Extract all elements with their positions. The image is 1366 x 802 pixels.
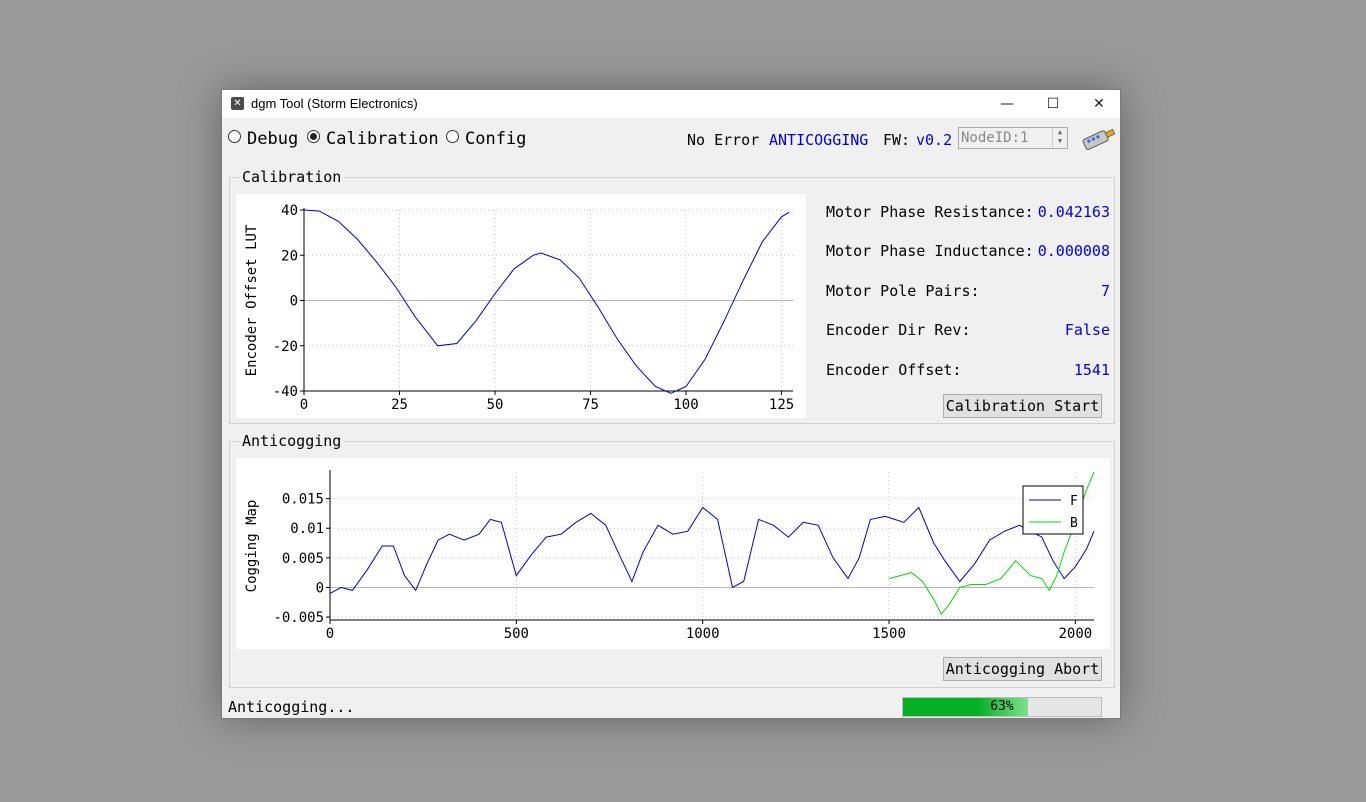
legend-label-B: B — [1070, 516, 1078, 531]
param-resistance: Motor Phase Resistance: 0.042163 — [826, 203, 1110, 221]
series-F-line — [329, 506, 1095, 594]
nodeid-value: NodeID:1 — [961, 130, 1029, 146]
x-tick-label: 1000 — [686, 626, 720, 642]
cogging-map-plot: 0 500 1000 1500 2000 0.015 0.01 0.005 0 -0.005 Cog… — [236, 458, 1110, 649]
radio-on-icon — [307, 130, 320, 143]
param-inductance: Motor Phase Inductance: 0.000008 — [826, 242, 1110, 260]
param-pole-pairs-value: 7 — [1100, 282, 1110, 300]
x-tick-label: 1500 — [872, 626, 906, 642]
y-tick-label: -20 — [273, 339, 298, 355]
radio-off-icon — [446, 130, 459, 143]
status-text: Anticogging... — [228, 698, 355, 716]
y-axis-label: Encoder Offset LUT — [244, 224, 260, 376]
param-inductance-value: 0.000008 — [1037, 242, 1110, 260]
y-tick-label: 0.015 — [282, 492, 324, 508]
y-tick-label: 20 — [281, 248, 298, 264]
window-title: dgm Tool (Storm Electronics) — [251, 96, 418, 111]
cogging-map-chart: 0 500 1000 1500 20000.0150.010.0050-0.005Cog… — [244, 470, 1095, 642]
y-tick-label: 0.01 — [290, 521, 324, 537]
spin-arrows-icon[interactable]: ▲ ▼ — [1052, 128, 1067, 148]
legend-label-F: F — [1070, 494, 1078, 509]
fw-label: FW: — [883, 131, 911, 149]
progress-text: 63% — [990, 699, 1014, 714]
param-pole-pairs-label: Motor Pole Pairs: — [826, 282, 980, 300]
nodeid-spinbox[interactable]: NodeID:1 ▲ ▼ — [958, 127, 1068, 149]
x-tick-label: 75 — [582, 397, 599, 413]
param-resistance-label: Motor Phase Resistance: — [826, 203, 1034, 221]
param-dir-rev: Encoder Dir Rev: False — [826, 321, 1110, 339]
minimize-button[interactable]: — — [984, 90, 1030, 118]
param-inductance-label: Motor Phase Inductance: — [826, 242, 1034, 260]
calibration-group-title: Calibration — [239, 168, 345, 186]
fw-version: v0.2 — [916, 131, 953, 149]
maximize-button[interactable]: ☐ — [1030, 90, 1076, 118]
usb-connector-icon[interactable] — [1079, 124, 1119, 152]
param-encoder-offset: Encoder Offset: 1541 — [826, 361, 1110, 379]
state-status: ANTICOGGING — [769, 131, 869, 149]
encoder-lut-plot: 0 25 50 75 100 125 40 20 0 -20 -40 Encoder Offset L… — [236, 194, 806, 418]
x-tick-label: 25 — [391, 397, 408, 413]
calibration-group: Calibration 0 25 50 75 100 125 40 20 0 -20 -40 Enco… — [229, 168, 1115, 424]
y-axis-label: Cogging Map — [244, 500, 260, 593]
tool-icon: ✕ — [231, 97, 244, 110]
y-tick-label: -40 — [273, 384, 298, 400]
progress-bar: 63% — [902, 697, 1102, 717]
anticogging-group: Anticogging 0 500 1000 1500 2000 0.015 0.01 0.0… — [229, 432, 1115, 688]
x-tick-label: 50 — [487, 397, 504, 413]
title-bar: ✕ dgm Tool (Storm Electronics) — ☐ ✕ — [222, 90, 1120, 118]
x-tick-label: 125 — [769, 397, 794, 413]
main-window: ✕ dgm Tool (Storm Electronics) — ☐ ✕ Deb… — [221, 89, 1121, 719]
close-button[interactable]: ✕ — [1076, 90, 1122, 118]
x-tick-label: 500 — [504, 626, 529, 642]
y-tick-label: 0.005 — [282, 551, 324, 567]
mode-calibration-label: Calibration — [326, 129, 439, 149]
series-line — [303, 209, 790, 394]
mode-debug-radio[interactable]: Debug — [228, 129, 298, 149]
x-tick-label: 100 — [673, 397, 698, 413]
param-encoder-offset-label: Encoder Offset: — [826, 361, 962, 379]
toolbar: Debug Calibration Config No Error ANTICO… — [222, 118, 1120, 160]
y-tick-label: 0 — [290, 294, 298, 310]
x-tick-label: 0 — [326, 626, 334, 642]
param-dir-rev-value: False — [1064, 321, 1110, 339]
error-status: No Error — [687, 131, 760, 149]
radio-off-icon — [228, 130, 241, 143]
anticogging-abort-button[interactable]: Anticogging Abort — [943, 657, 1102, 681]
param-dir-rev-label: Encoder Dir Rev: — [826, 321, 971, 339]
y-tick-label: 0 — [316, 580, 324, 596]
encoder-lut-chart: 0 25 50 75 100 125 40 20 0 -20 -40 Encoder Offset L… — [244, 203, 794, 413]
x-tick-label: 0 — [300, 397, 308, 413]
param-resistance-value: 0.042163 — [1037, 203, 1110, 221]
y-tick-label: 40 — [281, 203, 298, 219]
mode-debug-label: Debug — [247, 129, 299, 149]
calibration-start-button[interactable]: Calibration Start — [943, 394, 1102, 418]
mode-calibration-radio[interactable]: Calibration — [307, 129, 439, 149]
anticogging-group-title: Anticogging — [239, 432, 345, 450]
mode-config-label: Config — [465, 129, 527, 149]
param-encoder-offset-value: 1541 — [1073, 361, 1110, 379]
param-pole-pairs: Motor Pole Pairs: 7 — [826, 282, 1110, 300]
mode-config-radio[interactable]: Config — [446, 129, 526, 149]
y-tick-label: -0.005 — [273, 610, 324, 626]
x-tick-label: 2000 — [1059, 626, 1093, 642]
